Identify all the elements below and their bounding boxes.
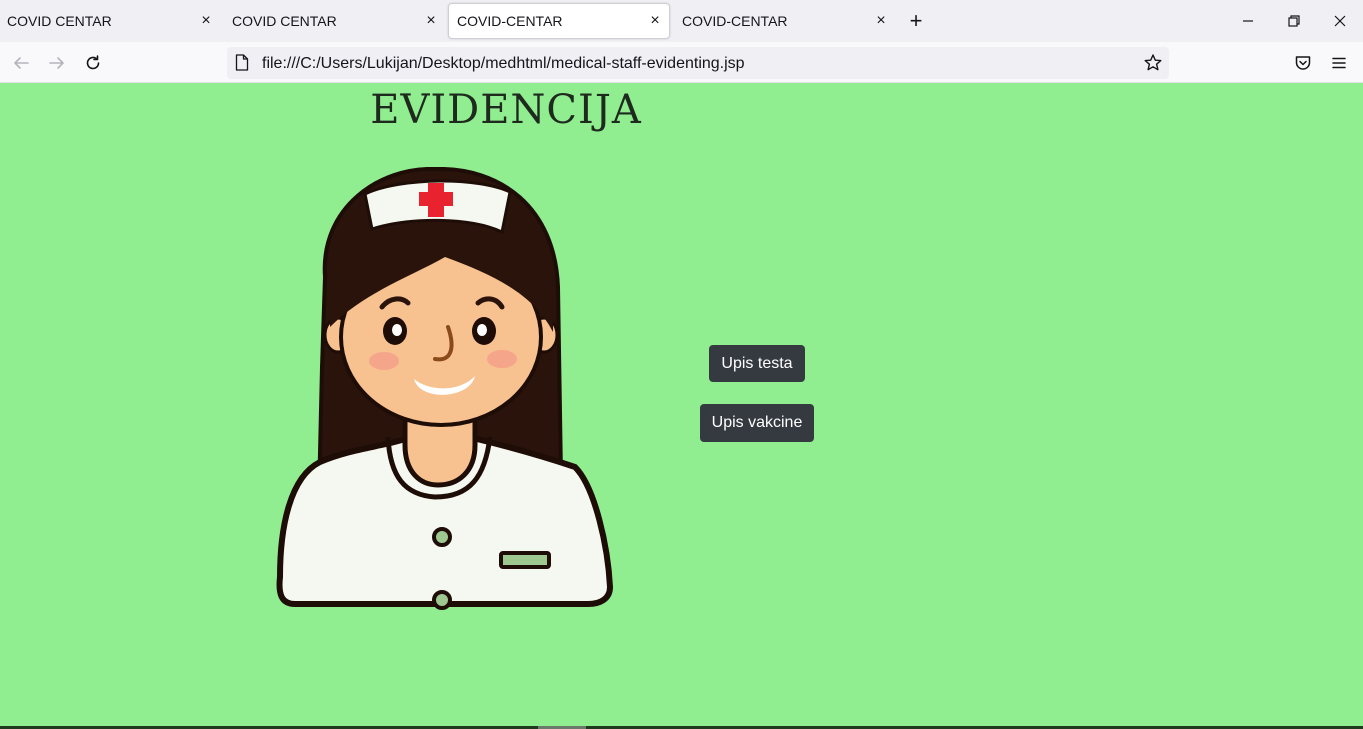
tab-covid-centar-4[interactable]: COVID-CENTAR × [675, 0, 895, 42]
close-window-icon[interactable] [1328, 10, 1352, 32]
tab-close-icon[interactable]: × [198, 12, 214, 29]
page-title: EVIDENCIJA [370, 87, 642, 133]
reload-icon[interactable] [81, 51, 105, 75]
restore-icon[interactable] [1282, 10, 1306, 32]
tab-covid-centar-active[interactable]: COVID-CENTAR × [448, 3, 670, 39]
back-arrow-icon[interactable] [9, 51, 33, 75]
menu-icon[interactable] [1327, 51, 1351, 75]
url-bar[interactable]: file:///C:/Users/Lukijan/Desktop/medhtml… [227, 47, 1169, 79]
upis-vakcine-button[interactable]: Upis vakcine [700, 404, 814, 442]
tab-title: COVID CENTAR [232, 13, 337, 29]
tab-close-icon[interactable]: × [423, 12, 439, 29]
tab-title: COVID-CENTAR [457, 13, 563, 29]
tab-title: COVID-CENTAR [682, 13, 788, 29]
tab-close-icon[interactable]: × [873, 12, 889, 29]
tab-close-icon[interactable]: × [647, 12, 663, 29]
url-text[interactable]: file:///C:/Users/Lukijan/Desktop/medhtml… [262, 55, 745, 73]
nurse-illustration [276, 167, 613, 610]
minimize-icon[interactable] [1236, 10, 1260, 32]
tab-covid-centar-2[interactable]: COVID CENTAR × [225, 0, 445, 42]
tab-title: COVID CENTAR [7, 13, 112, 29]
page-content: EVIDENCIJA Upis testa Upis vakcine [0, 83, 1363, 729]
page-icon[interactable] [235, 54, 249, 71]
upis-testa-button[interactable]: Upis testa [709, 345, 805, 382]
navigation-bar: file:///C:/Users/Lukijan/Desktop/medhtml… [0, 42, 1363, 83]
pocket-icon[interactable] [1291, 51, 1315, 75]
tab-bar: COVID CENTAR × COVID CENTAR × COVID-CENT… [0, 0, 1363, 42]
bookmark-star-icon[interactable] [1143, 53, 1163, 73]
new-tab-button[interactable]: + [905, 8, 927, 33]
forward-arrow-icon[interactable] [45, 51, 69, 75]
tab-covid-centar-1[interactable]: COVID CENTAR × [0, 0, 220, 42]
